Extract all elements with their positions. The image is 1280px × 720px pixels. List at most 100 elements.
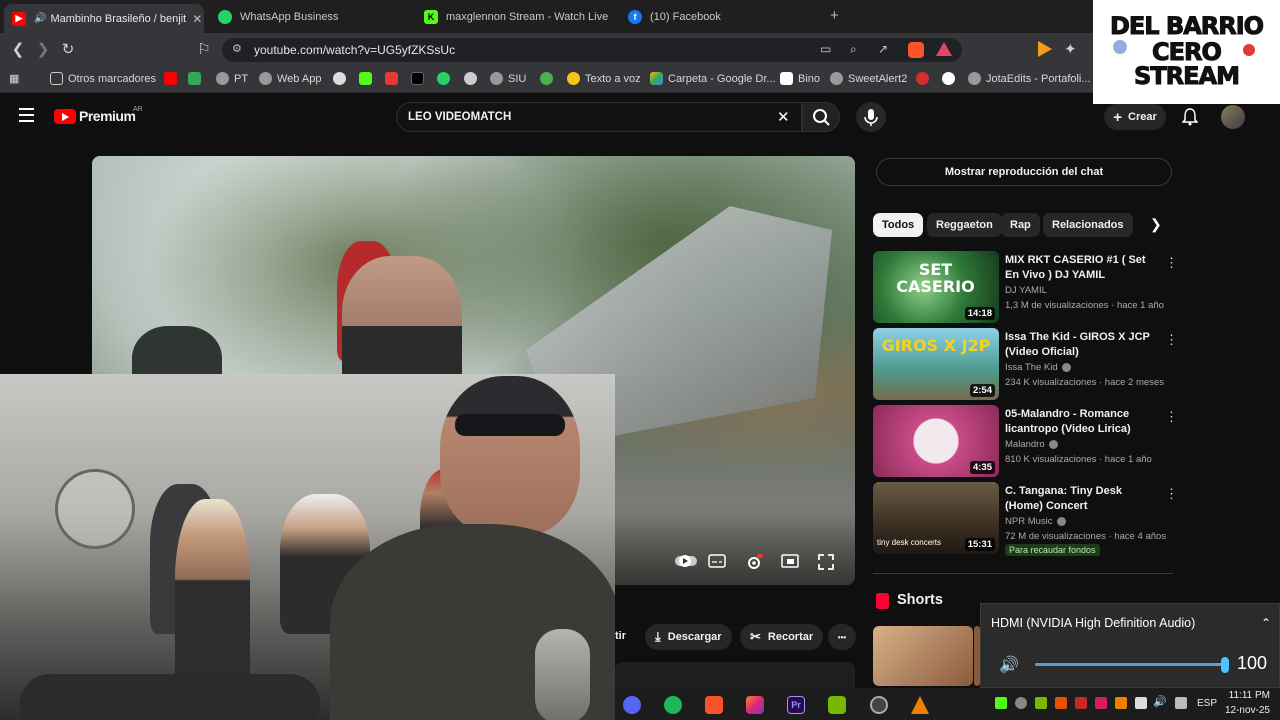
cast-icon[interactable]: ▭ [820, 42, 831, 56]
video-title[interactable]: 05-Malandro - Romance licantropo (Video … [1005, 407, 1155, 437]
chip-rap[interactable]: Rap [1001, 213, 1040, 237]
tray-app-icon[interactable] [1075, 697, 1087, 709]
red-circle-bookmark-icon[interactable] [916, 72, 934, 85]
red-bookmark-icon[interactable] [385, 72, 403, 85]
apps-icon[interactable]: ▦ [9, 72, 19, 85]
language-indicator[interactable]: ESP [1197, 698, 1217, 709]
related-video[interactable]: GIROS X J2P 2:54 Issa The Kid - GIROS X … [873, 328, 1178, 400]
tray-kick-icon[interactable] [995, 697, 1007, 709]
video-channel[interactable]: Issa The Kid [1005, 362, 1071, 373]
notifications-bell-icon[interactable] [1181, 108, 1199, 131]
speaker-icon[interactable]: 🔊 [999, 655, 1019, 675]
video-thumbnail[interactable]: 4:35 [873, 405, 999, 477]
bookmark-web-app[interactable]: Web App [259, 72, 321, 85]
obs-icon[interactable] [870, 696, 888, 714]
tray-mic-icon[interactable] [1135, 697, 1147, 709]
kick-bookmark-icon[interactable] [359, 72, 377, 85]
zoom-icon[interactable]: ⌕ [850, 42, 857, 57]
clear-search-icon[interactable]: ✕ [777, 108, 790, 126]
avatar[interactable] [1221, 105, 1245, 129]
audio-device-name[interactable]: HDMI (NVIDIA High Definition Audio) [991, 616, 1195, 630]
video-channel[interactable]: DJ YAMIL [1005, 285, 1047, 296]
share-icon[interactable]: ↗ [878, 42, 888, 56]
premiere-pro-icon[interactable]: Pr [787, 696, 805, 714]
search-button[interactable] [802, 102, 840, 132]
autoplay-toggle-icon[interactable] [675, 554, 697, 572]
instagram-icon[interactable] [746, 696, 764, 714]
description-box[interactable] [615, 662, 855, 688]
video-title[interactable]: MIX RKT CASERIO #1 ( Set En Vivo ) DJ YA… [1005, 253, 1155, 283]
bookmark-other[interactable]: Otros marcadores [50, 72, 156, 85]
tab-mambinho[interactable]: ▶ 🔊 Mambinho Brasileño / benjit ✕ [4, 4, 204, 33]
youtube-logo-icon[interactable] [54, 109, 76, 124]
bookmark-icon[interactable]: ⚐ [194, 40, 214, 60]
play-extension-icon[interactable] [1038, 41, 1052, 57]
bookmark-texto-a-voz[interactable]: Texto a voz [567, 72, 641, 85]
chevron-up-icon[interactable]: ⌃ [1261, 616, 1271, 630]
whatsapp-bookmark-icon[interactable] [437, 72, 455, 85]
nvidia-icon[interactable] [828, 696, 846, 714]
bookmark-sweetalert2[interactable]: SweetAlert2 [830, 72, 907, 85]
brave-shield-icon[interactable] [908, 42, 924, 58]
clock-date[interactable]: 12-nov-25 [1222, 705, 1270, 716]
new-tab-icon[interactable]: + [830, 7, 839, 24]
volume-slider-track[interactable] [1035, 663, 1225, 666]
close-tab-icon[interactable]: ✕ [186, 12, 202, 26]
hamburger-menu-icon[interactable] [19, 108, 34, 122]
show-chat-replay-button[interactable]: Mostrar reproducción del chat [876, 158, 1172, 186]
more-options-icon[interactable]: ⋮ [1165, 486, 1178, 502]
bookmark-siu[interactable]: SIU [490, 72, 526, 85]
site-info-icon[interactable]: ⚙ [232, 42, 242, 55]
address-bar[interactable]: ⚙ youtube.com/watch?v=UG5yfZKSsUc ▭ ⌕ ↗ [222, 38, 962, 62]
tray-network-icon[interactable] [1175, 697, 1187, 709]
back-icon[interactable]: ❮ [8, 40, 28, 60]
short-thumbnail[interactable] [873, 626, 973, 686]
search-input[interactable]: LEO VIDEOMATCH ✕ [396, 102, 802, 132]
chip-relacionados[interactable]: Relacionados [1043, 213, 1133, 237]
bolt-bookmark-icon[interactable] [942, 72, 960, 85]
x-bookmark-icon[interactable] [411, 72, 429, 85]
vlc-icon[interactable] [911, 696, 929, 714]
more-actions-button[interactable]: ••• [828, 624, 856, 650]
tray-vlc-icon[interactable] [1115, 697, 1127, 709]
tray-app-icon[interactable] [1015, 697, 1027, 709]
related-video[interactable]: SET CASERIO 14:18 MIX RKT CASERIO #1 ( S… [873, 251, 1178, 323]
chevron-right-icon[interactable]: ❯ [1150, 216, 1162, 233]
video-title[interactable]: Issa The Kid - GIROS X JCP (Video Oficia… [1005, 330, 1155, 360]
youtube-bookmark-icon[interactable] [164, 72, 182, 85]
tray-app-icon[interactable] [1095, 697, 1107, 709]
related-video[interactable]: 4:35 05-Malandro - Romance licantropo (V… [873, 405, 1178, 477]
tab-facebook[interactable]: f (10) Facebook [620, 4, 815, 30]
create-button[interactable]: + Crear [1104, 104, 1166, 130]
spotify-icon[interactable] [664, 696, 682, 714]
video-thumbnail[interactable]: SET CASERIO 14:18 [873, 251, 999, 323]
miniplayer-icon[interactable] [779, 554, 801, 572]
forward-icon[interactable]: ❯ [33, 40, 53, 60]
tray-nvidia-icon[interactable] [1035, 697, 1047, 709]
video-title[interactable]: C. Tangana: Tiny Desk (Home) Concert [1005, 484, 1155, 514]
bookmark-google-drive[interactable]: Carpeta - Google Dr... [650, 72, 776, 85]
discord-icon[interactable] [623, 696, 641, 714]
tray-app-icon[interactable] [1055, 697, 1067, 709]
video-channel[interactable]: NPR Music [1005, 516, 1066, 527]
subtitles-icon[interactable] [706, 554, 728, 572]
bookmark-bino[interactable]: Bino [780, 72, 820, 85]
app-bookmark-icon[interactable] [464, 72, 482, 85]
brave-icon[interactable] [705, 696, 723, 714]
more-options-icon[interactable]: ⋮ [1165, 332, 1178, 348]
bookmark-jotaedits[interactable]: JotaEdits - Portafoli... [968, 72, 1091, 85]
video-thumbnail[interactable]: GIROS X J2P 2:54 [873, 328, 999, 400]
chip-reggaeton[interactable]: Reggaeton [927, 213, 1002, 237]
extensions-icon[interactable]: ✦ [1064, 40, 1077, 58]
more-options-icon[interactable]: ⋮ [1165, 255, 1178, 271]
settings-gear-icon[interactable] [743, 554, 765, 572]
voice-search-button[interactable] [856, 102, 886, 132]
xbox-bookmark-icon[interactable] [540, 72, 558, 85]
clock-time[interactable]: 11:11 PM [1226, 690, 1270, 701]
tab-kick-stream[interactable]: K maxglennon Stream - Watch Live on [416, 4, 611, 30]
more-options-icon[interactable]: ⋮ [1165, 409, 1178, 425]
related-video[interactable]: tiny desk concerts 15:31 C. Tangana: Tin… [873, 482, 1178, 556]
sheets-bookmark-icon[interactable] [188, 72, 206, 85]
openai-bookmark-icon[interactable] [333, 72, 351, 85]
tab-whatsapp[interactable]: WhatsApp Business [210, 4, 405, 30]
